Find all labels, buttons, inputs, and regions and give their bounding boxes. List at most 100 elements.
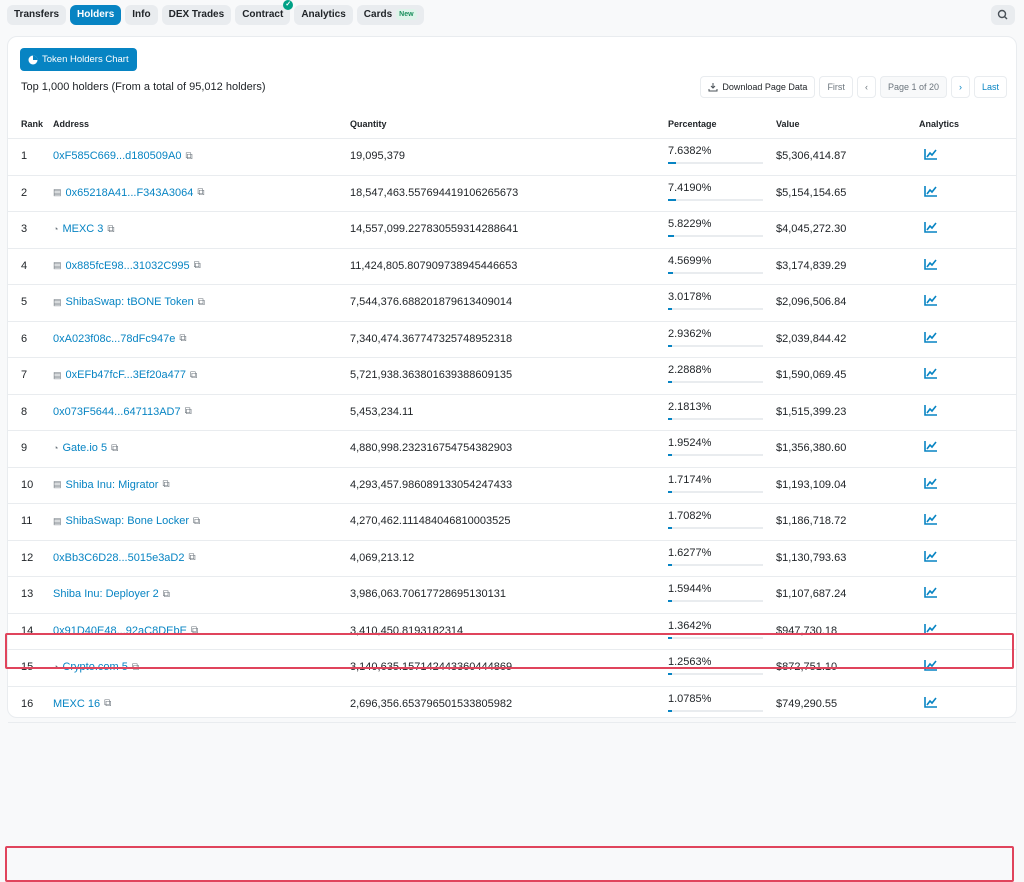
address-link[interactable]: ShibaSwap: tBONE Token <box>66 296 194 308</box>
col-rank: Rank <box>21 119 44 129</box>
contract-icon: ▤ <box>53 260 62 270</box>
analytics-button[interactable] <box>924 477 938 492</box>
analytics-button[interactable] <box>924 331 938 346</box>
analytics-button[interactable] <box>924 404 938 419</box>
copy-icon[interactable]: ⧉ <box>198 297 205 308</box>
address-cell: 0x073F5644...647113AD7 ⧉ <box>53 406 192 418</box>
analytics-button[interactable] <box>924 148 938 163</box>
rank-cell: 7 <box>21 369 28 381</box>
analytics-button[interactable] <box>924 550 938 565</box>
analytics-chart-icon <box>924 368 937 379</box>
tab-contract[interactable]: Contract ✓ <box>235 0 294 25</box>
percentage-text: 7.6382% <box>668 145 712 157</box>
percentage-cell: 2.9362% <box>668 328 763 347</box>
analytics-button[interactable] <box>924 586 938 601</box>
address-link[interactable]: Shiba Inu: Deployer 2 <box>53 588 159 600</box>
copy-icon[interactable]: ⧉ <box>190 370 197 381</box>
address-link[interactable]: 0xEFb47fcF...3Ef20a477 <box>66 369 186 381</box>
prev-page-button[interactable]: ‹ <box>856 76 876 98</box>
tab-cards[interactable]: Cards New <box>356 5 424 25</box>
percentage-text: 5.8229% <box>668 218 712 230</box>
analytics-button[interactable] <box>924 367 938 382</box>
percentage-cell: 7.6382% <box>668 145 763 164</box>
table-row: 1 0xF585C669...d180509A0 ⧉ 19,095,379 7.6382… <box>8 139 1016 176</box>
exchange-icon: ◔ <box>53 224 59 234</box>
address-link[interactable]: 0x65218A41...F343A3064 <box>66 187 194 199</box>
token-holders-chart-label: Token Holders Chart <box>42 54 129 65</box>
value-cell: $1,107,687.24 <box>776 588 847 600</box>
analytics-chart-icon <box>924 550 937 562</box>
tab-transfers[interactable]: Transfers <box>7 5 67 25</box>
contract-icon: ▤ <box>53 369 62 380</box>
copy-icon[interactable]: ⧉ <box>179 333 186 344</box>
copy-icon[interactable]: ⧉ <box>188 552 195 563</box>
percentage-bar-fill <box>668 454 672 456</box>
percentage-bar-fill <box>668 381 672 383</box>
download-page-data-button[interactable]: Download Page Data <box>700 76 816 98</box>
analytics-button[interactable] <box>924 440 938 455</box>
address-link[interactable]: 0x073F5644...647113AD7 <box>53 406 181 418</box>
address-link[interactable]: Shiba Inu: Migrator <box>66 479 159 491</box>
analytics-button[interactable] <box>924 294 938 309</box>
address-link[interactable]: 0xBb3C6D28...5015e3aD2 <box>53 552 184 564</box>
percentage-cell: 1.5944% <box>668 583 763 602</box>
download-label: Download Page Data <box>722 82 808 92</box>
col-address: Address <box>53 119 90 129</box>
value-cell: $5,154,154.65 <box>776 186 847 199</box>
copy-icon[interactable]: ⧉ <box>162 479 169 490</box>
copy-icon[interactable]: ⧉ <box>163 589 170 600</box>
rank-cell: 10 <box>21 478 34 491</box>
quantity-cell: 5,721,938.363801639388609135 <box>350 369 513 381</box>
analytics-chart-icon <box>924 331 937 343</box>
address-link[interactable]: 0x885fcE98...31032C995 <box>66 260 190 272</box>
percentage-bar-fill <box>668 563 672 566</box>
value-cell: $1,356,380.60 <box>776 442 847 454</box>
contract-icon: ▤ <box>53 479 62 489</box>
tab-label: Info <box>132 9 151 20</box>
address-link[interactable]: 0xF585C669...d180509A0 <box>53 150 181 162</box>
analytics-button[interactable] <box>924 258 938 273</box>
address-cell: 0xBb3C6D28...5015e3aD2 ⧉ <box>53 552 196 564</box>
address-link[interactable]: MEXC 16 <box>53 698 100 710</box>
copy-icon[interactable]: ⧉ <box>107 224 114 235</box>
analytics-button[interactable] <box>924 696 938 711</box>
token-holders-chart-button[interactable]: Token Holders Chart <box>20 48 137 71</box>
value-cell: $1,193,109.04 <box>776 478 847 491</box>
percentage-text: 2.2888% <box>668 364 712 376</box>
percentage-bar <box>668 381 763 383</box>
percentage-bar-fill <box>668 673 672 675</box>
copy-icon[interactable]: ⧉ <box>104 698 111 709</box>
address-link[interactable]: Gate.io 5 <box>62 442 107 454</box>
analytics-button[interactable] <box>924 513 938 528</box>
percentage-cell: 1.7082% <box>668 510 763 529</box>
verified-check-icon: ✓ <box>283 0 294 10</box>
analytics-button[interactable] <box>924 185 938 200</box>
table-row: 2 ▤ 0x65218A41...F343A3064 ⧉ 18,547,463.5576… <box>8 176 1016 212</box>
tab-holders[interactable]: Holders <box>70 5 122 25</box>
percentage-bar-fill <box>668 600 672 602</box>
tab-info[interactable]: Info <box>125 5 158 25</box>
search-icon <box>997 9 1008 20</box>
copy-icon[interactable]: ⧉ <box>185 406 192 417</box>
analytics-chart-icon <box>924 149 937 160</box>
last-page-button[interactable]: Last <box>973 76 1007 98</box>
copy-icon[interactable]: ⧉ <box>197 187 204 198</box>
percentage-bar-fill <box>668 271 673 274</box>
search-button[interactable] <box>991 5 1015 25</box>
tab-label: Cards <box>363 9 393 20</box>
copy-icon[interactable]: ⧉ <box>111 443 118 454</box>
first-page-button[interactable]: First <box>819 76 853 98</box>
address-link[interactable]: 0xA023f08c...78dFc947e <box>53 333 175 345</box>
tab-dex-trades[interactable]: DEX Trades <box>161 5 232 25</box>
address-link[interactable]: ShibaSwap: Bone Locker <box>66 515 190 527</box>
copy-icon[interactable]: ⧉ <box>185 151 192 162</box>
address-link[interactable]: MEXC 3 <box>62 223 103 235</box>
page-info: Page 1 of 20 <box>879 76 947 98</box>
copy-icon[interactable]: ⧉ <box>194 260 201 271</box>
tab-analytics[interactable]: Analytics <box>294 5 353 25</box>
percentage-bar-fill <box>668 527 672 529</box>
copy-icon[interactable]: ⧉ <box>193 516 200 527</box>
quantity-cell: 14,557,099.227830559314288641 <box>350 223 519 235</box>
analytics-button[interactable] <box>924 221 938 236</box>
next-page-button[interactable]: › <box>950 76 970 98</box>
